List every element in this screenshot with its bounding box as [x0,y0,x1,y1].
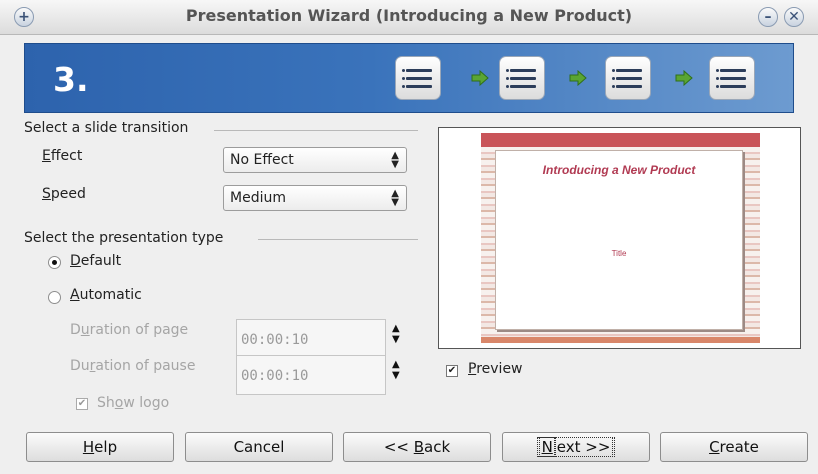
speed-label: Speed [42,186,86,202]
help-button[interactable]: Help [26,432,174,462]
show-logo-checkbox[interactable]: ✔ [76,398,88,410]
next-button[interactable]: Next >> [502,432,650,462]
duration-pause-label: Duration of pause [70,358,196,374]
arrow-right-icon [675,70,693,86]
automatic-radio[interactable] [48,291,61,304]
default-label[interactable]: Default [70,253,121,269]
slide-card: Introducing a New Product Title [495,150,743,330]
arrow-right-icon [471,70,489,86]
slide-preview: Introducing a New Product Title [438,127,801,349]
step-number: 3. [53,60,89,99]
arrow-right-icon [569,70,587,86]
duration-page-stepper[interactable]: ▲ ▼ [392,323,400,345]
window-title: Presentation Wizard (Introducing a New P… [185,6,633,25]
transition-group-label: Select a slide transition [24,120,189,136]
speed-select[interactable]: Medium ▲ ▼ [223,185,407,211]
step-3-list-icon [605,56,651,100]
preview-label[interactable]: Preview [468,361,523,377]
slide-subtitle: Title [611,249,627,258]
duration-page-label: Duration of page [70,322,189,338]
step-2-list-icon [499,56,545,100]
type-group-label: Select the presentation type [24,230,224,246]
step-1-list-icon [395,56,441,100]
type-group-divider [258,239,418,240]
slide-thumbnail: Introducing a New Product Title [481,133,760,343]
wizard-window: + Presentation Wizard (Introducing a New… [0,0,818,474]
default-radio[interactable] [48,256,61,269]
slide-title: Introducing a New Product [542,163,696,177]
duration-pause-field[interactable]: 00:00:10 [236,355,386,395]
preview-checkbox[interactable]: ✔ [446,365,458,377]
step-4-list-icon [709,56,755,100]
duration-pause-stepper[interactable]: ▲ ▼ [392,359,400,381]
select-arrows-icon: ▲ ▼ [391,188,399,208]
title-bar: + Presentation Wizard (Introducing a New… [0,0,818,35]
close-icon[interactable]: ✕ [784,7,804,27]
show-logo-label: Show logo [97,395,170,411]
transition-group-divider [214,130,418,131]
back-button[interactable]: << Back [343,432,491,462]
duration-page-field[interactable]: 00:00:10 [236,319,386,359]
minimize-icon[interactable]: – [758,7,778,27]
select-arrows-icon: ▲ ▼ [391,150,399,170]
effect-select[interactable]: No Effect ▲ ▼ [223,147,407,173]
effect-label: Effect [42,148,83,164]
automatic-label[interactable]: Automatic [70,287,142,303]
wizard-banner: 3. [24,43,794,113]
cancel-button[interactable]: Cancel [185,432,333,462]
create-button[interactable]: Create [660,432,808,462]
